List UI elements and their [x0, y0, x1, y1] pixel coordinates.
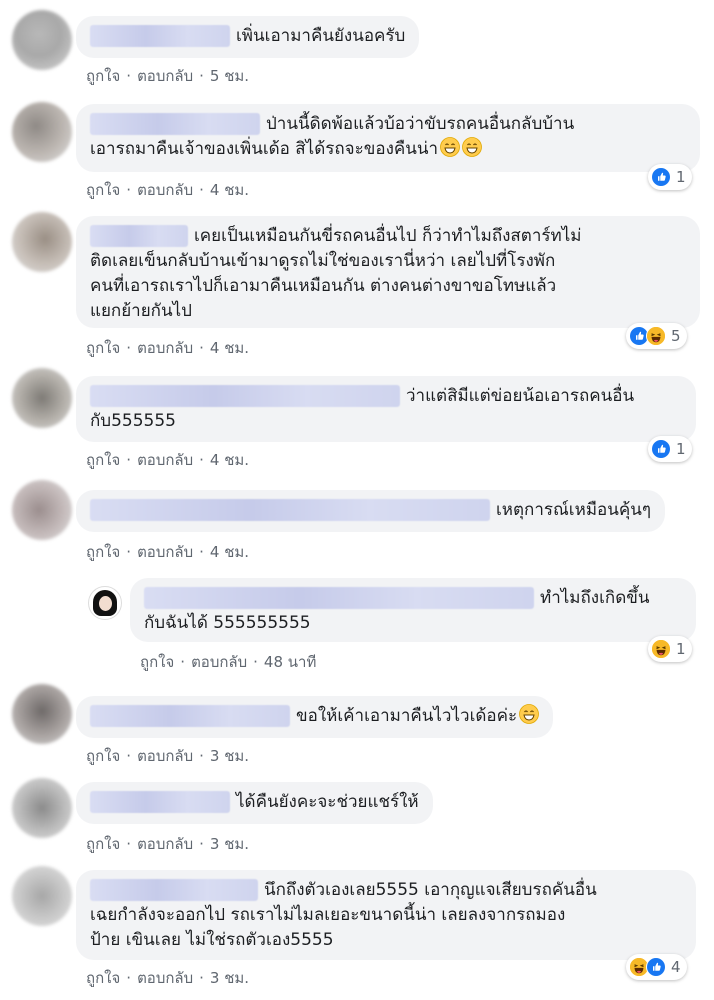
timestamp[interactable]: 48 นาที — [264, 653, 316, 671]
like-link[interactable]: ถูกใจ — [86, 835, 120, 853]
reaction-count: 1 — [676, 440, 686, 458]
reply-link[interactable]: ตอบกลับ — [137, 67, 193, 85]
like-reaction-icon — [651, 439, 671, 459]
author-name-redacted[interactable] — [90, 225, 188, 247]
comment-bubble: ขอให้เค้าเอามาคืนไวไวเด้อค่ะ — [76, 696, 554, 738]
timestamp[interactable]: 4 ชม. — [210, 543, 249, 561]
comment-bubble: เคยเป็นเหมือนกันขี่รถคนอื่นไป ก็ว่าทำไมถ… — [76, 216, 700, 328]
comment-actions: ถูกใจ · ตอบกลับ · 3 ชม. — [86, 969, 250, 987]
like-reaction-icon — [651, 167, 671, 187]
haha-reaction-icon — [646, 326, 666, 346]
avatar[interactable] — [12, 102, 72, 162]
like-link[interactable]: ถูกใจ — [86, 969, 120, 987]
reaction-summary[interactable]: 5 — [626, 323, 687, 349]
comment-text-line-4: แยกย้ายกันไป — [90, 301, 192, 321]
comment-actions: ถูกใจ · ตอบกลับ · 5 ชม. — [86, 67, 250, 85]
comment-bubble: ป่านนี้ดิดพ้อแล้วบ้อว่าขับรถคนอื่นกลับบ้… — [76, 104, 700, 172]
comment-text-line-2: ติดเลยเข็นกลับบ้านเข้ามาดูรถไม่ใช่ของเรา… — [90, 251, 556, 271]
reaction-count: 1 — [676, 640, 686, 658]
haha-reaction-icon — [651, 639, 671, 659]
reaction-summary[interactable]: 4 — [626, 954, 687, 980]
like-reaction-icon — [646, 957, 666, 977]
reaction-count: 1 — [676, 168, 686, 186]
timestamp[interactable]: 3 ชม. — [210, 969, 249, 987]
comment-text-line-1: นึกถึงตัวเองเลย5555 เอากุญแจเสียบรถคันอื… — [264, 880, 597, 900]
author-name-redacted[interactable] — [90, 499, 490, 521]
comment-text: ขอให้เค้าเอามาคืนไวไวเด้อค่ะ — [296, 706, 518, 726]
avatar[interactable] — [88, 586, 122, 620]
comment-text: เหตุการณ์เหมือนคุ้นๆ — [496, 500, 651, 520]
comment-text: เพิ่นเอามาคืนยังนอครับ — [236, 26, 406, 46]
comment-text-line-1: ป่านนี้ดิดพ้อแล้วบ้อว่าขับรถคนอื่นกลับบ้… — [266, 114, 575, 134]
like-link[interactable]: ถูกใจ — [86, 67, 120, 85]
author-name-redacted[interactable] — [144, 587, 534, 609]
like-link[interactable]: ถูกใจ — [86, 451, 120, 469]
comment-actions: ถูกใจ · ตอบกลับ · 4 ชม. — [86, 181, 250, 199]
reply-link[interactable]: ตอบกลับ — [137, 969, 193, 987]
grin-emoji-icon — [462, 137, 482, 157]
reply-link[interactable]: ตอบกลับ — [191, 653, 247, 671]
grin-emoji-icon — [440, 137, 460, 157]
author-name-redacted[interactable] — [90, 879, 258, 901]
comment-bubble: ว่าแต่สิมีแต่ข่อยน้อเอารถคนอื่น กับ55555… — [76, 376, 696, 442]
reaction-count: 4 — [671, 958, 681, 976]
comment-text: ได้คืนยังคะจะช่วยแชร์ให้ — [236, 792, 419, 812]
reaction-summary[interactable]: 1 — [648, 436, 692, 462]
avatar[interactable] — [12, 778, 72, 838]
timestamp[interactable]: 5 ชม. — [210, 67, 249, 85]
timestamp[interactable]: 3 ชม. — [210, 747, 249, 765]
grin-emoji-icon — [519, 704, 539, 724]
comment-actions: ถูกใจ · ตอบกลับ · 48 นาที — [140, 653, 317, 671]
like-link[interactable]: ถูกใจ — [86, 339, 120, 357]
comment-text-line-2: เอารถมาคืนเจ้าของเพิ่นเด้อ สิได้รถจะของค… — [90, 139, 439, 159]
reply-link[interactable]: ตอบกลับ — [137, 835, 193, 853]
comment-actions: ถูกใจ · ตอบกลับ · 3 ชม. — [86, 747, 250, 765]
avatar[interactable] — [12, 480, 72, 540]
reply-link[interactable]: ตอบกลับ — [137, 543, 193, 561]
timestamp[interactable]: 3 ชม. — [210, 835, 249, 853]
comment-actions: ถูกใจ · ตอบกลับ · 4 ชม. — [86, 451, 250, 469]
reply-link[interactable]: ตอบกลับ — [137, 181, 193, 199]
comment-bubble: ทำไมถึงเกิดขึ้น กับฉันได้ 555555555 — [130, 578, 696, 642]
like-link[interactable]: ถูกใจ — [86, 543, 120, 561]
timestamp[interactable]: 4 ชม. — [210, 181, 249, 199]
reaction-summary[interactable]: 1 — [648, 164, 692, 190]
author-name-redacted[interactable] — [90, 25, 230, 47]
avatar[interactable] — [12, 10, 72, 70]
comment-bubble: เพิ่นเอามาคืนยังนอครับ — [76, 16, 420, 58]
comment-text-line-1: ว่าแต่สิมีแต่ข่อยน้อเอารถคนอื่น — [406, 386, 635, 406]
author-name-redacted[interactable] — [90, 385, 400, 407]
comment-text-line-3: คนที่เอารถเราไปก็เอามาคืนเหมือนกัน ต่างค… — [90, 276, 557, 296]
comment-bubble: เหตุการณ์เหมือนคุ้นๆ — [76, 490, 665, 532]
like-link[interactable]: ถูกใจ — [86, 181, 120, 199]
comment-actions: ถูกใจ · ตอบกลับ · 3 ชม. — [86, 835, 250, 853]
comment-bubble: นึกถึงตัวเองเลย5555 เอากุญแจเสียบรถคันอื… — [76, 870, 696, 960]
avatar[interactable] — [12, 866, 72, 926]
reaction-count: 5 — [671, 327, 681, 345]
comment-text-line-1: ทำไมถึงเกิดขึ้น — [540, 588, 650, 608]
reaction-summary[interactable]: 1 — [648, 636, 692, 662]
author-name-redacted[interactable] — [90, 113, 260, 135]
comment-text-line-3: ป้าย เขินเลย ไม่ใช่รถตัวเอง5555 — [90, 930, 334, 950]
like-link[interactable]: ถูกใจ — [140, 653, 174, 671]
avatar[interactable] — [12, 212, 72, 272]
comment-text-line-2: กับฉันได้ 555555555 — [144, 613, 311, 633]
reply-link[interactable]: ตอบกลับ — [137, 747, 193, 765]
comment-text-line-2: กับ555555 — [90, 411, 176, 431]
reply-link[interactable]: ตอบกลับ — [137, 339, 193, 357]
timestamp[interactable]: 4 ชม. — [210, 451, 249, 469]
author-name-redacted[interactable] — [90, 791, 230, 813]
reply-link[interactable]: ตอบกลับ — [137, 451, 193, 469]
timestamp[interactable]: 4 ชม. — [210, 339, 249, 357]
comment-text-line-1: เคยเป็นเหมือนกันขี่รถคนอื่นไป ก็ว่าทำไมถ… — [194, 226, 582, 246]
comment-text-line-2: เฉยกำลังจะออกไป รถเราไม่ไมลเยอะขนาดนี้น่… — [90, 905, 566, 925]
avatar[interactable] — [12, 684, 72, 744]
comment-actions: ถูกใจ · ตอบกลับ · 4 ชม. — [86, 543, 250, 561]
comment-actions: ถูกใจ · ตอบกลับ · 4 ชม. — [86, 339, 250, 357]
author-name-redacted[interactable] — [90, 705, 290, 727]
comment-bubble: ได้คืนยังคะจะช่วยแชร์ให้ — [76, 782, 433, 824]
like-link[interactable]: ถูกใจ — [86, 747, 120, 765]
avatar[interactable] — [12, 368, 72, 428]
